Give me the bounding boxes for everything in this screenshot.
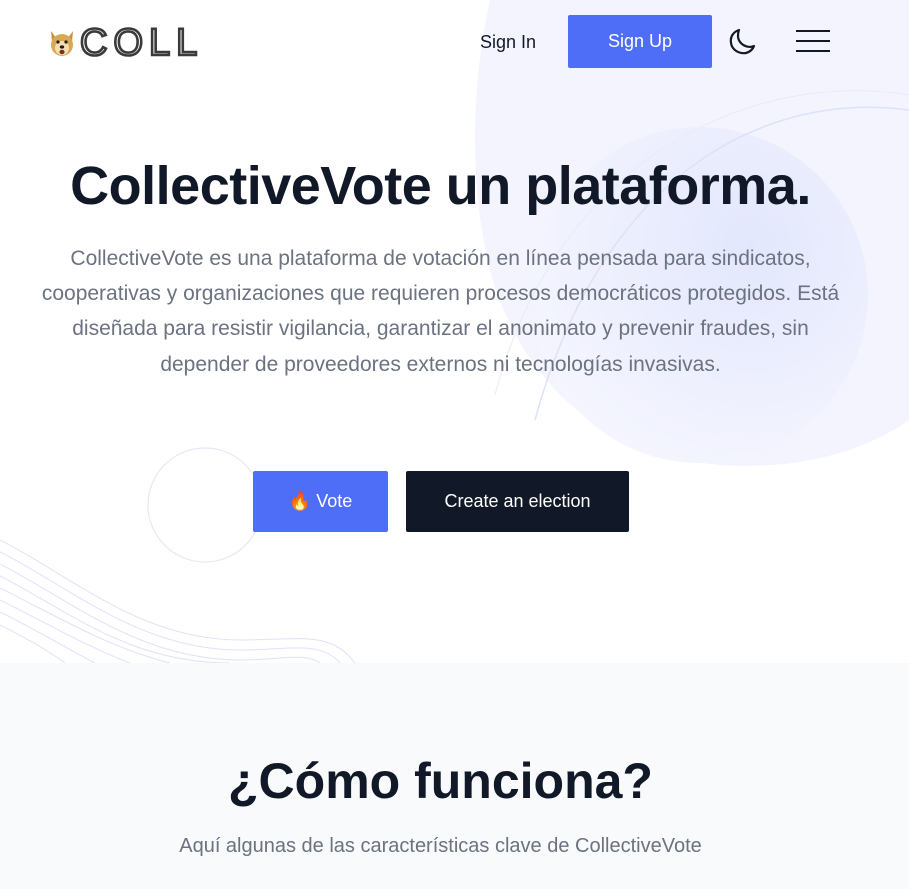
hero-title: CollectiveVote un plataforma. [70, 156, 811, 216]
wave-lines [0, 539, 356, 663]
logo[interactable]: COLL [48, 24, 206, 60]
vote-button-label: Vote [316, 491, 353, 511]
fire-icon: 🔥 [288, 491, 312, 511]
vote-button[interactable]: 🔥 Vote [253, 471, 388, 532]
hero-description: CollectiveVote es una plataforma de vota… [41, 247, 840, 376]
create-election-button[interactable]: Create an election [406, 471, 629, 532]
features-subtitle: Aquí algunas de las características clav… [179, 835, 702, 857]
dog-mascot-icon [51, 31, 73, 56]
logo-text: COLL [80, 25, 203, 59]
features-section: ¿Cómo funciona? Aquí algunas de las cara… [0, 663, 909, 889]
hamburger-menu-icon[interactable] [796, 28, 830, 54]
logo-wordmark: COLL [80, 25, 203, 59]
top-navbar: COLL Sign In Sign Up [0, 0, 909, 84]
sign-up-button[interactable]: Sign Up [568, 15, 712, 68]
sign-in-link[interactable]: Sign In [468, 26, 548, 58]
features-title: ¿Cómo funciona? [228, 753, 653, 809]
moon-icon[interactable] [727, 27, 757, 57]
